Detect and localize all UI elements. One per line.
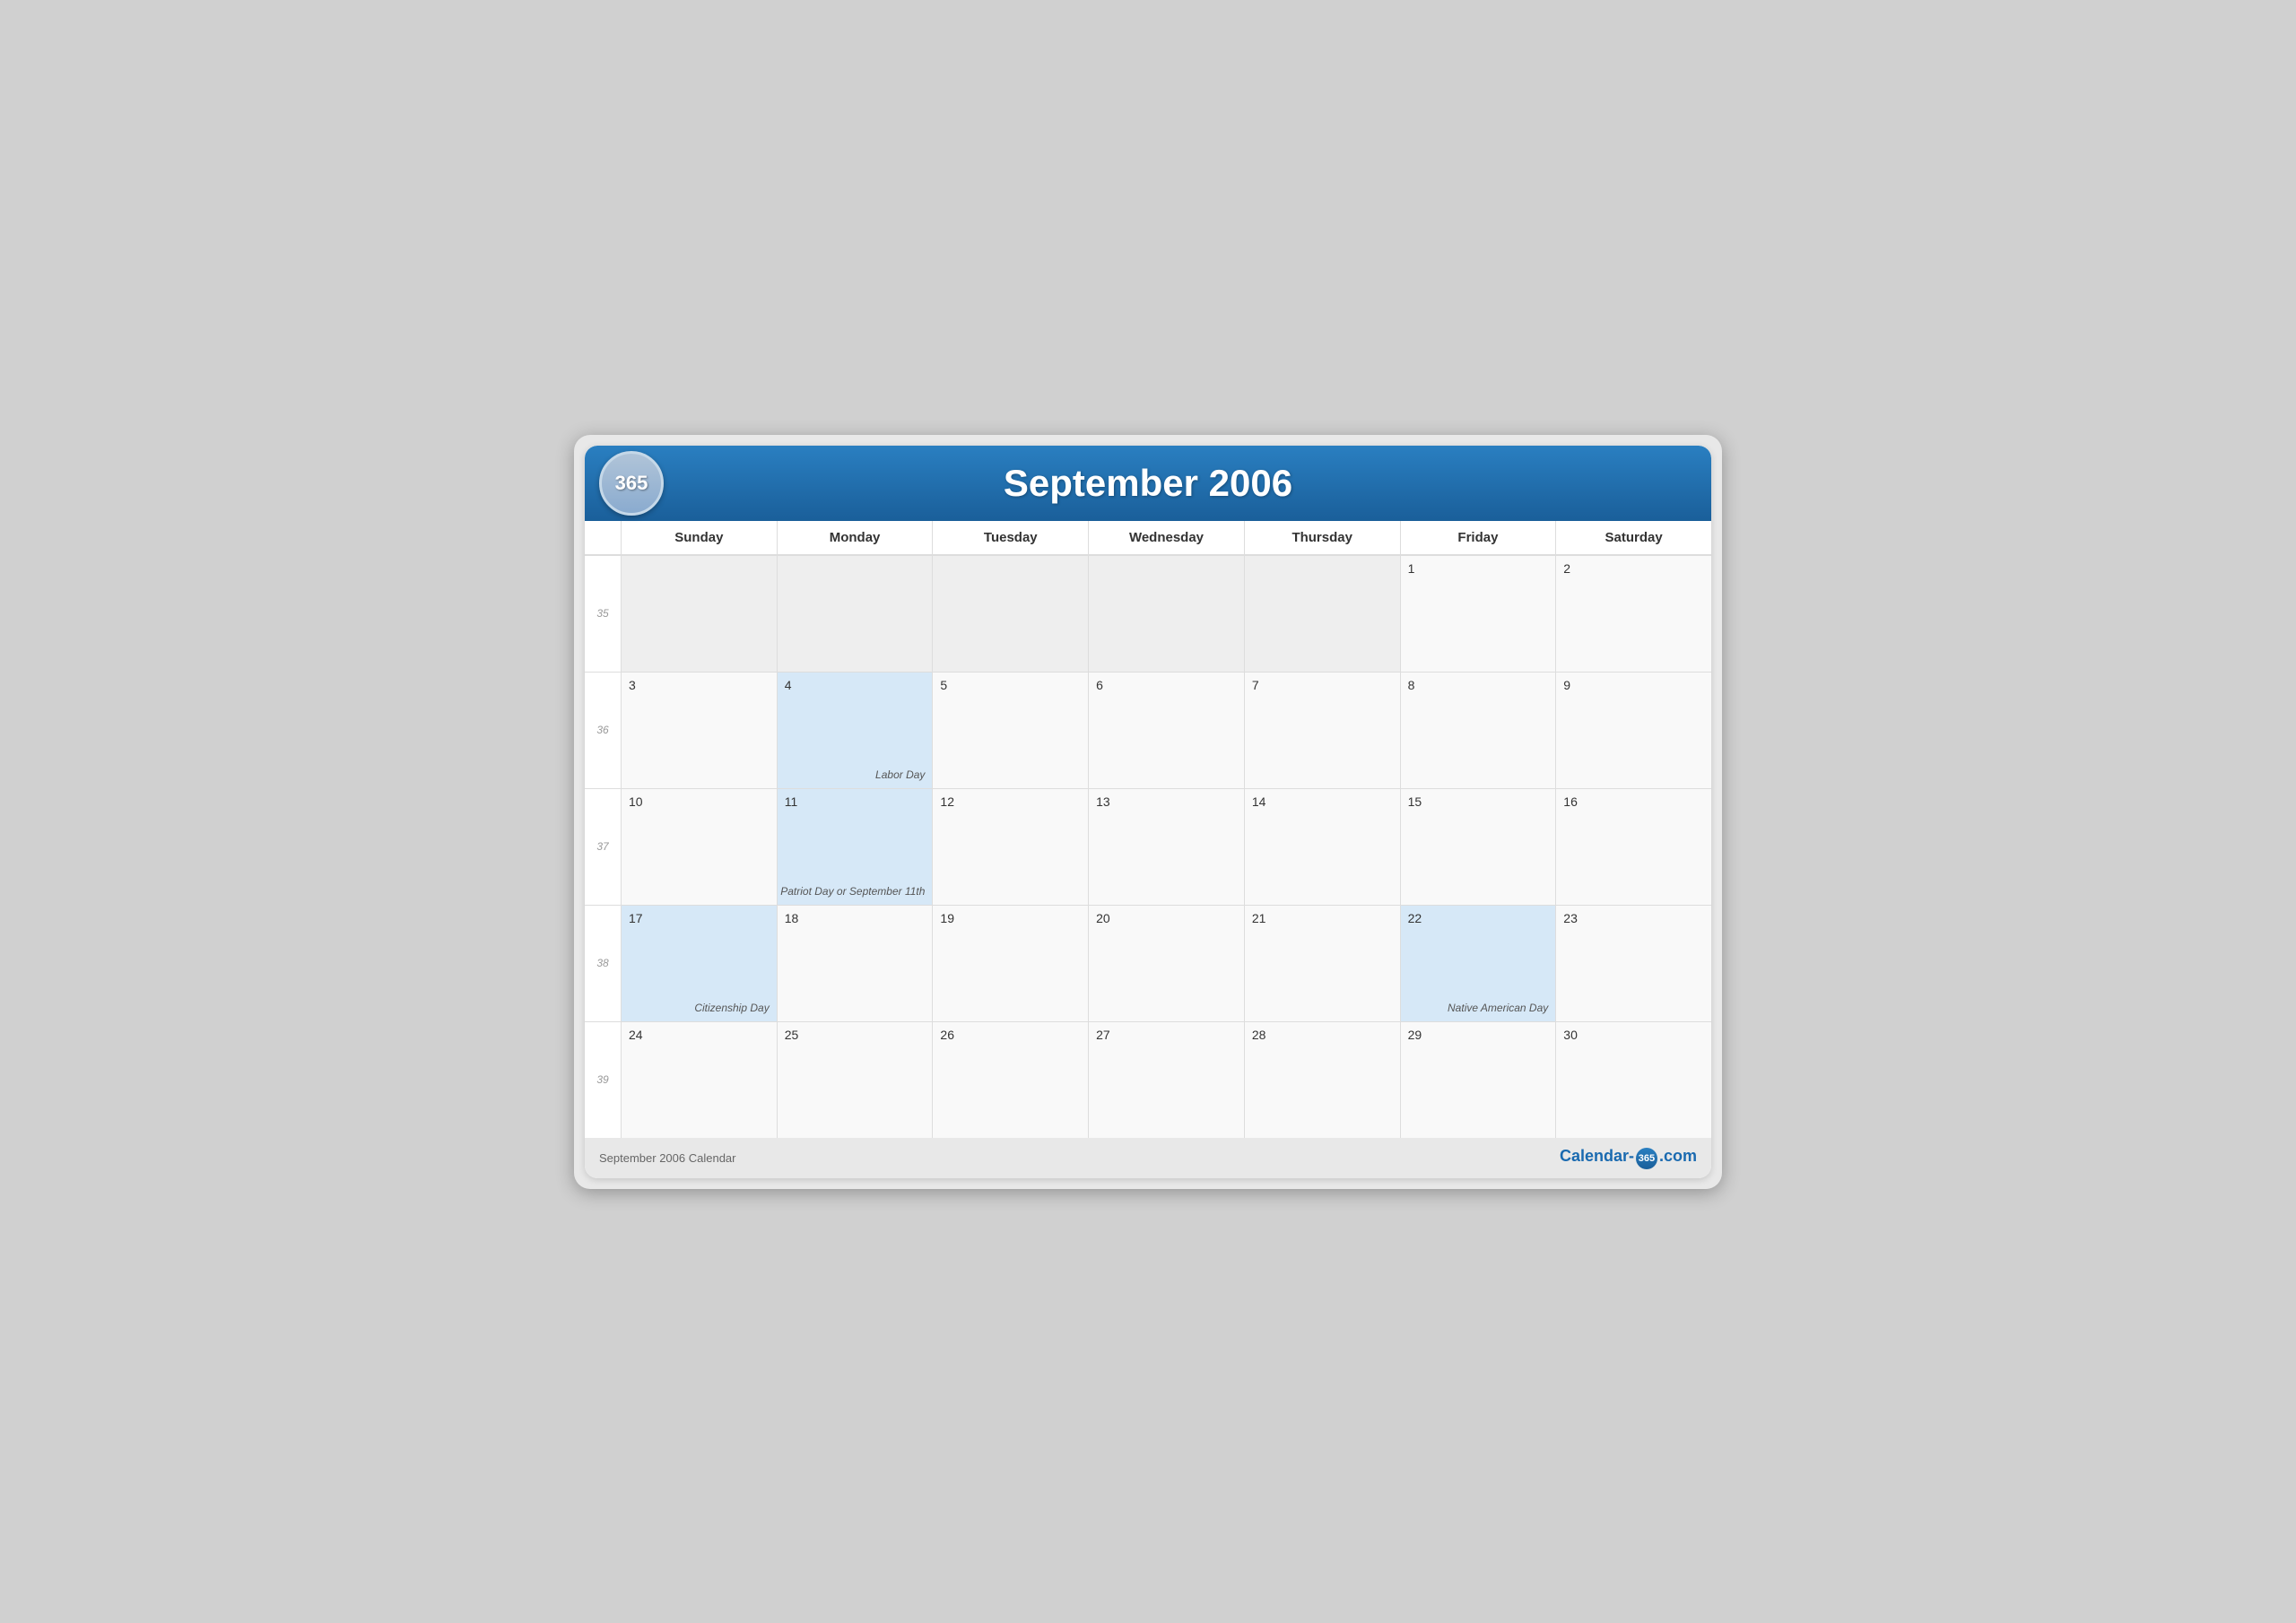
footer-logo-pre: Calendar- bbox=[1560, 1147, 1634, 1165]
footer-logo: Calendar-365.com bbox=[1560, 1147, 1697, 1169]
day-number: 17 bbox=[629, 911, 770, 925]
day-cell bbox=[1088, 555, 1244, 672]
day-cell[interactable]: 14 bbox=[1244, 788, 1400, 905]
day-cell[interactable]: 4 Labor Day bbox=[777, 672, 933, 788]
dow-header-friday: Friday bbox=[1400, 521, 1556, 554]
month-title: September 2006 bbox=[1004, 462, 1292, 505]
day-number: 11 bbox=[785, 794, 926, 809]
footer-logo-post: .com bbox=[1659, 1147, 1697, 1165]
day-number: 6 bbox=[1096, 678, 1237, 692]
week-number: 36 bbox=[585, 672, 621, 788]
day-cell bbox=[1244, 555, 1400, 672]
logo-text: 365 bbox=[615, 472, 648, 495]
day-number: 28 bbox=[1252, 1028, 1393, 1042]
day-cell[interactable]: 18 bbox=[777, 905, 933, 1021]
day-number: 13 bbox=[1096, 794, 1237, 809]
day-number: 2 bbox=[1563, 561, 1704, 576]
day-cell[interactable]: 22 Native American Day bbox=[1400, 905, 1556, 1021]
day-cell[interactable]: 24 bbox=[621, 1021, 777, 1138]
day-cell[interactable]: 20 bbox=[1088, 905, 1244, 1021]
day-number: 14 bbox=[1252, 794, 1393, 809]
footer-left: September 2006 Calendar bbox=[599, 1151, 736, 1165]
day-number: 3 bbox=[629, 678, 770, 692]
footer: September 2006 Calendar Calendar-365.com bbox=[585, 1138, 1711, 1178]
day-cell[interactable]: 17 Citizenship Day bbox=[621, 905, 777, 1021]
calendar-card: 365 September 2006 SundayMondayTuesdayWe… bbox=[585, 446, 1711, 1178]
day-number: 20 bbox=[1096, 911, 1237, 925]
dow-header-sunday: Sunday bbox=[621, 521, 777, 554]
day-number: 26 bbox=[940, 1028, 1081, 1042]
day-cell[interactable]: 23 bbox=[1555, 905, 1711, 1021]
day-cell[interactable]: 21 bbox=[1244, 905, 1400, 1021]
day-number: 22 bbox=[1408, 911, 1549, 925]
day-cell[interactable]: 13 bbox=[1088, 788, 1244, 905]
dow-header-thursday: Thursday bbox=[1244, 521, 1400, 554]
day-cell[interactable]: 7 bbox=[1244, 672, 1400, 788]
calendar-grid: 35 12 36 3 4 Labor Day 5 6 7 89 37 10 11 Patriot Day … bbox=[585, 555, 1711, 1138]
page-wrapper: 365 September 2006 SundayMondayTuesdayWe… bbox=[574, 435, 1722, 1189]
day-cell[interactable]: 30 bbox=[1555, 1021, 1711, 1138]
day-cell[interactable]: 16 bbox=[1555, 788, 1711, 905]
holiday-name: Labor Day bbox=[875, 768, 925, 781]
day-cell[interactable]: 10 bbox=[621, 788, 777, 905]
day-cell bbox=[621, 555, 777, 672]
day-cell[interactable]: 9 bbox=[1555, 672, 1711, 788]
day-cell bbox=[777, 555, 933, 672]
day-number: 5 bbox=[940, 678, 1081, 692]
day-cell[interactable]: 27 bbox=[1088, 1021, 1244, 1138]
week-number: 35 bbox=[585, 555, 621, 672]
day-number: 18 bbox=[785, 911, 926, 925]
day-cell bbox=[932, 555, 1088, 672]
holiday-name: Native American Day bbox=[1448, 1002, 1548, 1014]
day-number: 8 bbox=[1408, 678, 1549, 692]
dow-header-saturday: Saturday bbox=[1555, 521, 1711, 554]
holiday-name: Patriot Day or September 11th bbox=[780, 885, 925, 898]
week-number: 37 bbox=[585, 788, 621, 905]
week-number: 38 bbox=[585, 905, 621, 1021]
day-number: 24 bbox=[629, 1028, 770, 1042]
holiday-name: Citizenship Day bbox=[694, 1002, 769, 1014]
day-number: 12 bbox=[940, 794, 1081, 809]
day-number: 15 bbox=[1408, 794, 1549, 809]
day-cell[interactable]: 28 bbox=[1244, 1021, 1400, 1138]
dow-row: SundayMondayTuesdayWednesdayThursdayFrid… bbox=[585, 521, 1711, 555]
day-cell[interactable]: 5 bbox=[932, 672, 1088, 788]
dow-header-wednesday: Wednesday bbox=[1088, 521, 1244, 554]
day-number: 9 bbox=[1563, 678, 1704, 692]
day-cell[interactable]: 11 Patriot Day or September 11th bbox=[777, 788, 933, 905]
day-number: 29 bbox=[1408, 1028, 1549, 1042]
day-number: 10 bbox=[629, 794, 770, 809]
day-cell[interactable]: 1 bbox=[1400, 555, 1556, 672]
day-number: 21 bbox=[1252, 911, 1393, 925]
dow-header-monday: Monday bbox=[777, 521, 933, 554]
day-number: 4 bbox=[785, 678, 926, 692]
day-cell[interactable]: 3 bbox=[621, 672, 777, 788]
logo-circle: 365 bbox=[599, 451, 664, 516]
day-cell[interactable]: 25 bbox=[777, 1021, 933, 1138]
day-cell[interactable]: 26 bbox=[932, 1021, 1088, 1138]
day-cell[interactable]: 15 bbox=[1400, 788, 1556, 905]
week-num-header bbox=[585, 521, 621, 554]
day-number: 7 bbox=[1252, 678, 1393, 692]
day-number: 23 bbox=[1563, 911, 1704, 925]
calendar-header: 365 September 2006 bbox=[585, 446, 1711, 521]
day-cell[interactable]: 12 bbox=[932, 788, 1088, 905]
day-number: 1 bbox=[1408, 561, 1549, 576]
day-number: 19 bbox=[940, 911, 1081, 925]
day-cell[interactable]: 2 bbox=[1555, 555, 1711, 672]
day-number: 30 bbox=[1563, 1028, 1704, 1042]
day-cell[interactable]: 29 bbox=[1400, 1021, 1556, 1138]
week-number: 39 bbox=[585, 1021, 621, 1138]
dow-header-tuesday: Tuesday bbox=[932, 521, 1088, 554]
day-cell[interactable]: 8 bbox=[1400, 672, 1556, 788]
day-number: 16 bbox=[1563, 794, 1704, 809]
footer-logo-badge: 365 bbox=[1636, 1148, 1657, 1169]
day-number: 25 bbox=[785, 1028, 926, 1042]
day-cell[interactable]: 19 bbox=[932, 905, 1088, 1021]
day-number: 27 bbox=[1096, 1028, 1237, 1042]
day-cell[interactable]: 6 bbox=[1088, 672, 1244, 788]
